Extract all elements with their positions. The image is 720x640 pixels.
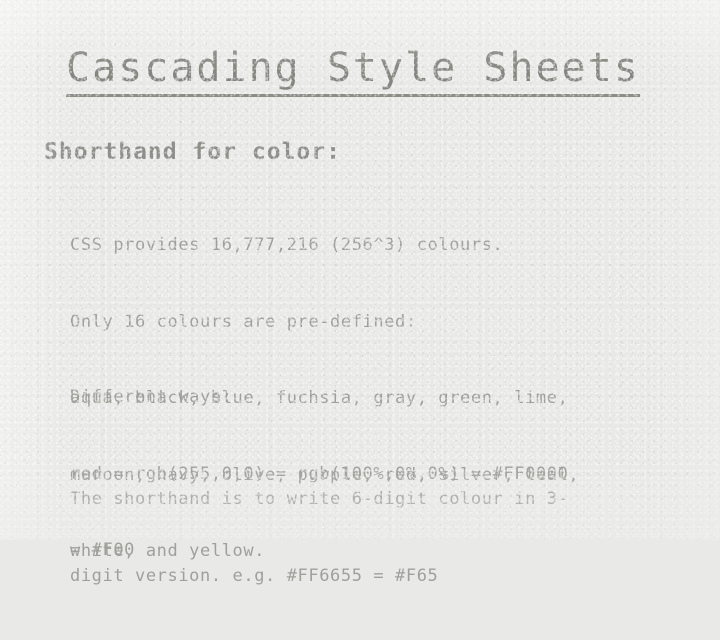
text-line: digit version. e.g. #FF6655 = #F65 (70, 565, 439, 586)
text-line: Different ways: (70, 387, 233, 407)
text-line: CSS provides 16,777,216 (256^3) colours. (70, 235, 504, 255)
section-heading: Shorthand for color: (44, 139, 341, 165)
slide-canvas: Cascading Style Sheets Shorthand for col… (0, 0, 720, 586)
text-line: The shorthand is to write 6-digit colour… (70, 489, 569, 509)
page-title: Cascading Style Sheets (66, 46, 640, 97)
text-line: Only 16 colours are pre-defined: (70, 311, 417, 332)
paragraph-shorthand-rule: The shorthand is to write 6-digit colour… (70, 436, 568, 640)
